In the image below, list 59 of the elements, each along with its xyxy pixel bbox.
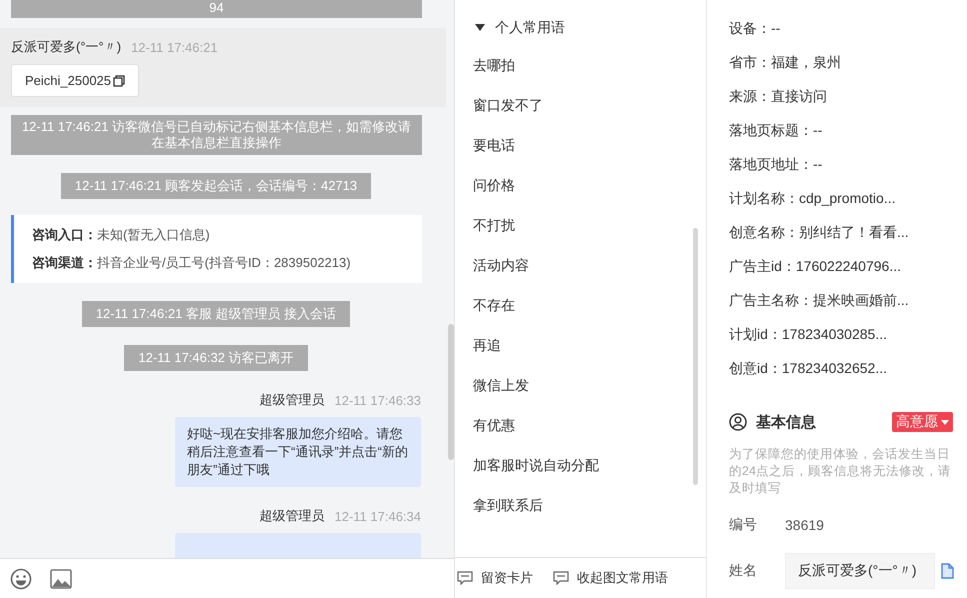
wechat-card[interactable]: Peichi_250025: [11, 64, 140, 97]
info-value: 未知(暂无入口信息): [97, 226, 210, 244]
comment-icon: [553, 571, 569, 585]
sender-name: 超级管理员: [260, 507, 324, 525]
info-row-text: 计划id：178234030285...: [729, 325, 888, 344]
action-link[interactable]: 留资卡片: [457, 569, 533, 587]
system-message: 12-11 17:46:21 访客微信号已自动标记右侧基本信息栏，如需修改请在基本信息栏直接操作: [11, 115, 422, 155]
phrase-item[interactable]: 窗口发不了: [455, 85, 706, 125]
image-icon[interactable]: [50, 568, 72, 588]
field-label: 姓名: [729, 562, 758, 580]
info-row-text: 创意id：178234032652...: [729, 359, 888, 378]
info-row-text: 计划名称：cdp_promotio...: [729, 189, 896, 208]
info-row-text: 省市：福建，泉州: [729, 53, 842, 72]
message-time: 12-11 17:46:34: [334, 508, 421, 524]
info-label: 咨询渠道：: [32, 254, 97, 272]
intent-dropdown[interactable]: 高意愿: [892, 412, 953, 432]
info-row-text: 广告主id：176022240796...: [729, 257, 902, 276]
message-time: 12-11 17:46:21: [131, 40, 218, 54]
field-value: 38619: [785, 517, 824, 533]
message-bubble: 好哒~现在安排客服加您介绍哈。请您稍后注意查看一下“通讯录”并点击“新的朋友”通过下哦: [175, 417, 421, 487]
sender-name: 反派可爱多(°一°〃): [11, 38, 122, 56]
action-link[interactable]: 收起图文常用语: [553, 569, 668, 587]
phrase-item[interactable]: 微信上发: [455, 365, 706, 405]
phrase-group-header[interactable]: 个人常用语: [455, 11, 571, 45]
info-row-text: 落地页标题：--: [729, 121, 824, 140]
system-message: 12-11 17:46:21 客服 超级管理员 接入会话: [82, 301, 350, 327]
info-row-text: 创意名称：别纠结了！看看...: [729, 223, 910, 242]
info-value: 抖音企业号/员工号(抖音号ID：2839502213): [97, 254, 351, 272]
phrase-item[interactable]: 加客服时说自动分配: [455, 445, 706, 485]
info-row-text: 设备：--: [729, 19, 782, 38]
info-row-text: 落地页地址：--: [729, 155, 824, 174]
scrollbar-thumb[interactable]: [693, 228, 698, 485]
notice-text: 为了保障您的使用体验，会话发生当日的24点之后，顾客信息将无法修改，请及时填写: [729, 446, 952, 497]
name-input[interactable]: 反派可爱多(°一°〃): [785, 553, 935, 589]
phrase-item[interactable]: 不打扰: [455, 205, 706, 245]
caret-icon: [941, 420, 949, 424]
phrase-item[interactable]: 去哪拍: [455, 45, 706, 85]
phrase-item[interactable]: 活动内容: [455, 245, 706, 285]
phrase-item[interactable]: 有优惠: [455, 405, 706, 445]
system-message: 12-11 17:46:21 顾客发起会话，会话编号：42713: [60, 173, 372, 199]
sender-name: 超级管理员: [260, 391, 324, 409]
phrase-item[interactable]: 再追: [455, 325, 706, 365]
info-label: 咨询入口：: [32, 226, 97, 244]
phrase-item[interactable]: 要电话: [455, 125, 706, 165]
message-time: 12-11 17:46:33: [334, 392, 421, 408]
phrase-item[interactable]: 问价格: [455, 165, 706, 205]
emoji-icon[interactable]: [10, 568, 32, 590]
info-row-text: 来源：直接访问: [729, 87, 828, 106]
phrase-item[interactable]: 不存在: [455, 285, 706, 325]
scrollbar-thumb[interactable]: [448, 324, 454, 460]
system-message: 12-11 17:46:32 访客已离开: [124, 345, 308, 371]
comment-icon: [457, 571, 473, 585]
section-title: 基本信息: [756, 412, 817, 432]
user-icon: [729, 413, 747, 431]
system-message: 94: [11, 0, 422, 18]
info-row-text: 广告主名称：提米映画婚前...: [729, 291, 910, 310]
copy-icon[interactable]: [113, 74, 126, 86]
phrase-item[interactable]: 拿到联系后: [455, 485, 706, 525]
field-label: 编号: [729, 516, 758, 534]
